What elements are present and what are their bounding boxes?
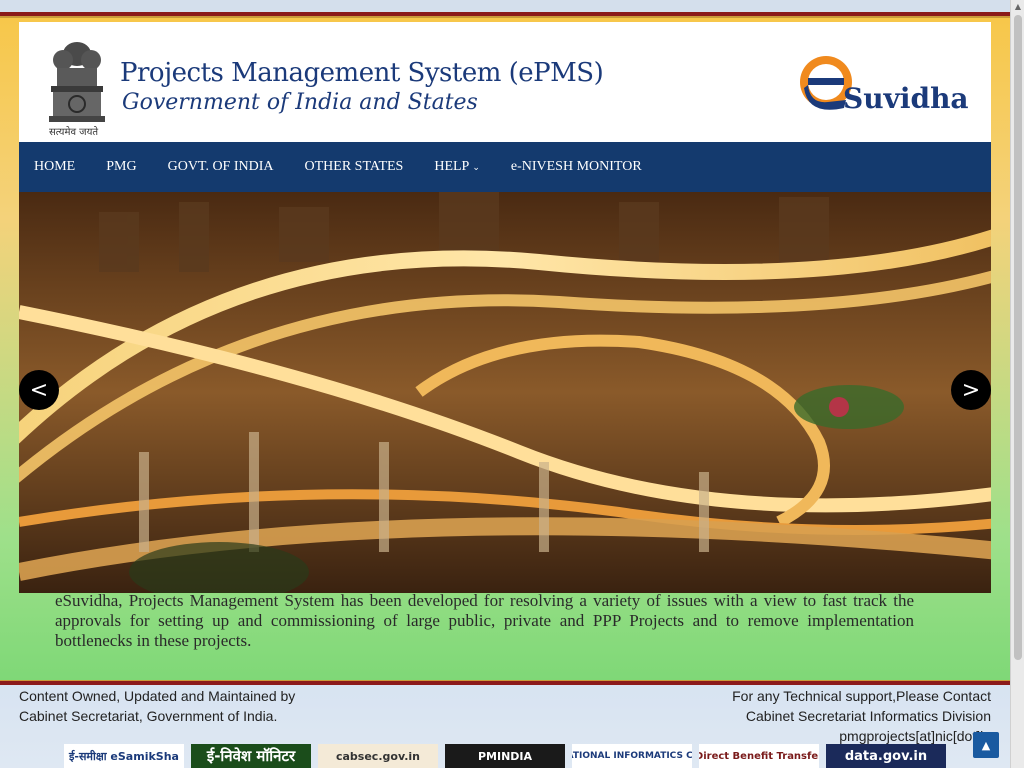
esuvidha-logo[interactable]: Suvidha xyxy=(798,52,973,122)
arrow-up-icon: ▲ xyxy=(981,738,991,752)
footer-ownership-line1: Content Owned, Updated and Maintained by xyxy=(19,688,296,704)
enivesh-monitor-logo[interactable]: ई-निवेश मॉनिटर xyxy=(191,744,311,768)
site-header: सत्यमेव जयते Projects Management System … xyxy=(19,22,991,142)
nav-pmg[interactable]: PMG xyxy=(106,159,136,175)
esamiksha-logo[interactable]: ई-समीक्षा eSamikSha xyxy=(64,744,184,768)
pmindia-logo[interactable]: PMINDIA xyxy=(445,744,565,768)
nav-enivesh-monitor[interactable]: e-NIVESH MONITOR xyxy=(511,159,642,175)
partner-logos: ई-समीक्षा eSamikSha ई-निवेश मॉनिटर cabse… xyxy=(64,744,953,768)
footer-support: For any Technical support,Please Contact… xyxy=(732,686,991,746)
slider-prev-button[interactable]: < xyxy=(19,370,59,410)
nav-help-label: HELP xyxy=(434,159,470,174)
page-title: Projects Management System (ePMS) xyxy=(120,58,604,88)
nav-home[interactable]: HOME xyxy=(34,159,75,175)
footer-ownership: Content Owned, Updated and Maintained by… xyxy=(19,686,295,726)
back-to-top-button[interactable]: ▲ xyxy=(973,732,999,758)
page-scrollbar[interactable]: ▲ xyxy=(1010,0,1024,768)
top-strip xyxy=(0,0,1010,12)
national-emblem-icon xyxy=(49,42,105,122)
esuvidha-logo-text: Suvidha xyxy=(843,82,969,115)
page-subtitle: Government of India and States xyxy=(122,90,478,115)
slider-image-highway-interchange xyxy=(19,192,991,593)
dbt-logo[interactable]: Direct Benefit Transfer xyxy=(699,744,819,768)
image-slider: < > xyxy=(19,192,991,593)
footer-ownership-line2: Cabinet Secretariat, Government of India… xyxy=(19,708,278,724)
footer-support-email[interactable]: pmgprojects[at]nic[dot]in xyxy=(732,726,991,746)
slider-next-button[interactable]: > xyxy=(951,370,991,410)
nic-logo[interactable]: NIC NATIONAL INFORMATICS CENTRE xyxy=(572,744,692,768)
nav-other-states[interactable]: OTHER STATES xyxy=(305,159,404,175)
footer-divider xyxy=(0,680,1010,685)
main-frame: सत्यमेव जयते Projects Management System … xyxy=(0,18,1010,680)
cabsec-logo[interactable]: cabsec.gov.in xyxy=(318,744,438,768)
emblem-motto: सत्यमेव जयते xyxy=(49,127,99,138)
scrollbar-thumb[interactable] xyxy=(1014,15,1022,660)
chevron-down-icon: ⌄ xyxy=(472,162,480,172)
data-gov-logo[interactable]: data.gov.in xyxy=(826,744,946,768)
nav-help[interactable]: HELP ⌄ xyxy=(434,159,480,175)
main-nav: HOME PMG GOVT. OF INDIA OTHER STATES HEL… xyxy=(19,142,991,192)
site-description: eSuvidha, Projects Management System has… xyxy=(55,591,914,650)
nav-govt-of-india[interactable]: GOVT. OF INDIA xyxy=(168,159,274,175)
footer-support-line2: Cabinet Secretariat Informatics Division xyxy=(745,708,991,724)
scroll-up-arrow-icon[interactable]: ▲ xyxy=(1011,0,1024,14)
footer-support-line1: For any Technical support,Please Contact xyxy=(732,688,991,704)
